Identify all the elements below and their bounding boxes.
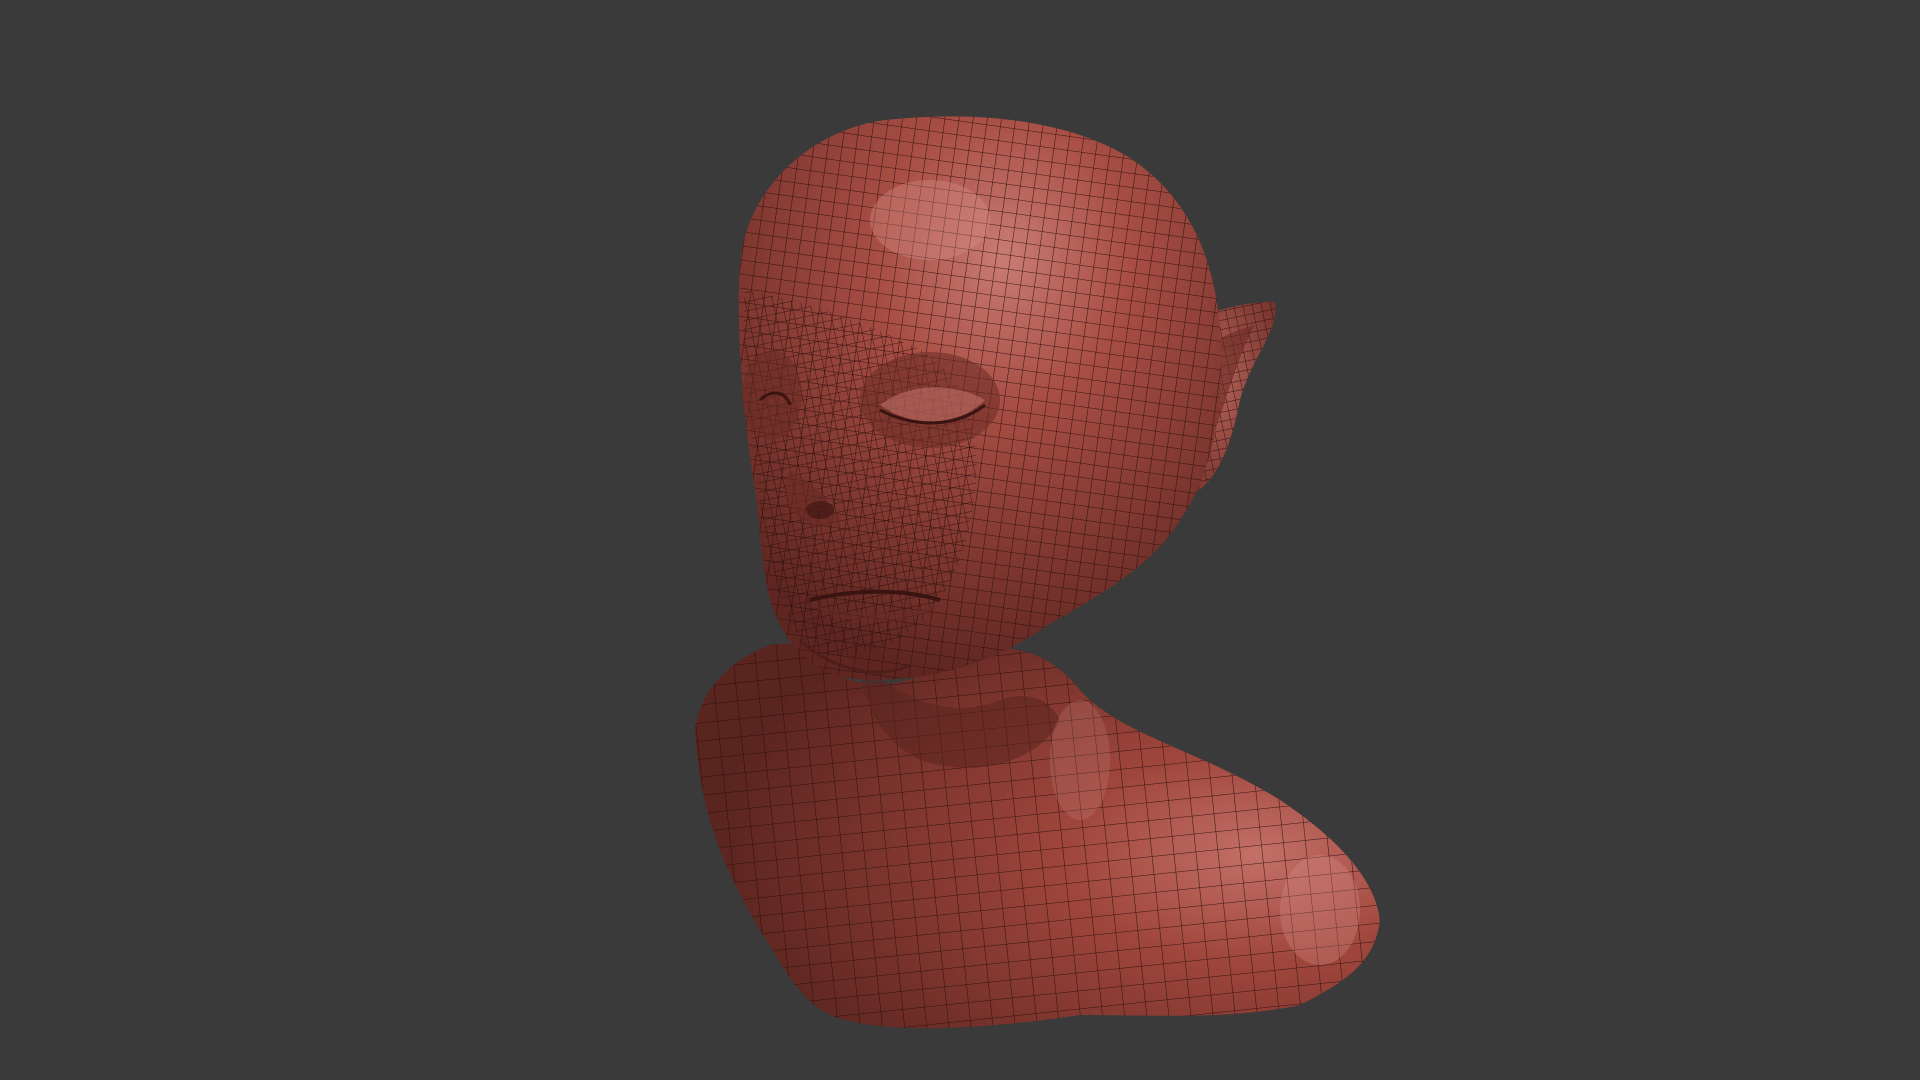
3d-viewport[interactable] (0, 0, 1920, 1080)
sculpt-render (695, 116, 1380, 1029)
bust-shoulders (695, 643, 1380, 1029)
